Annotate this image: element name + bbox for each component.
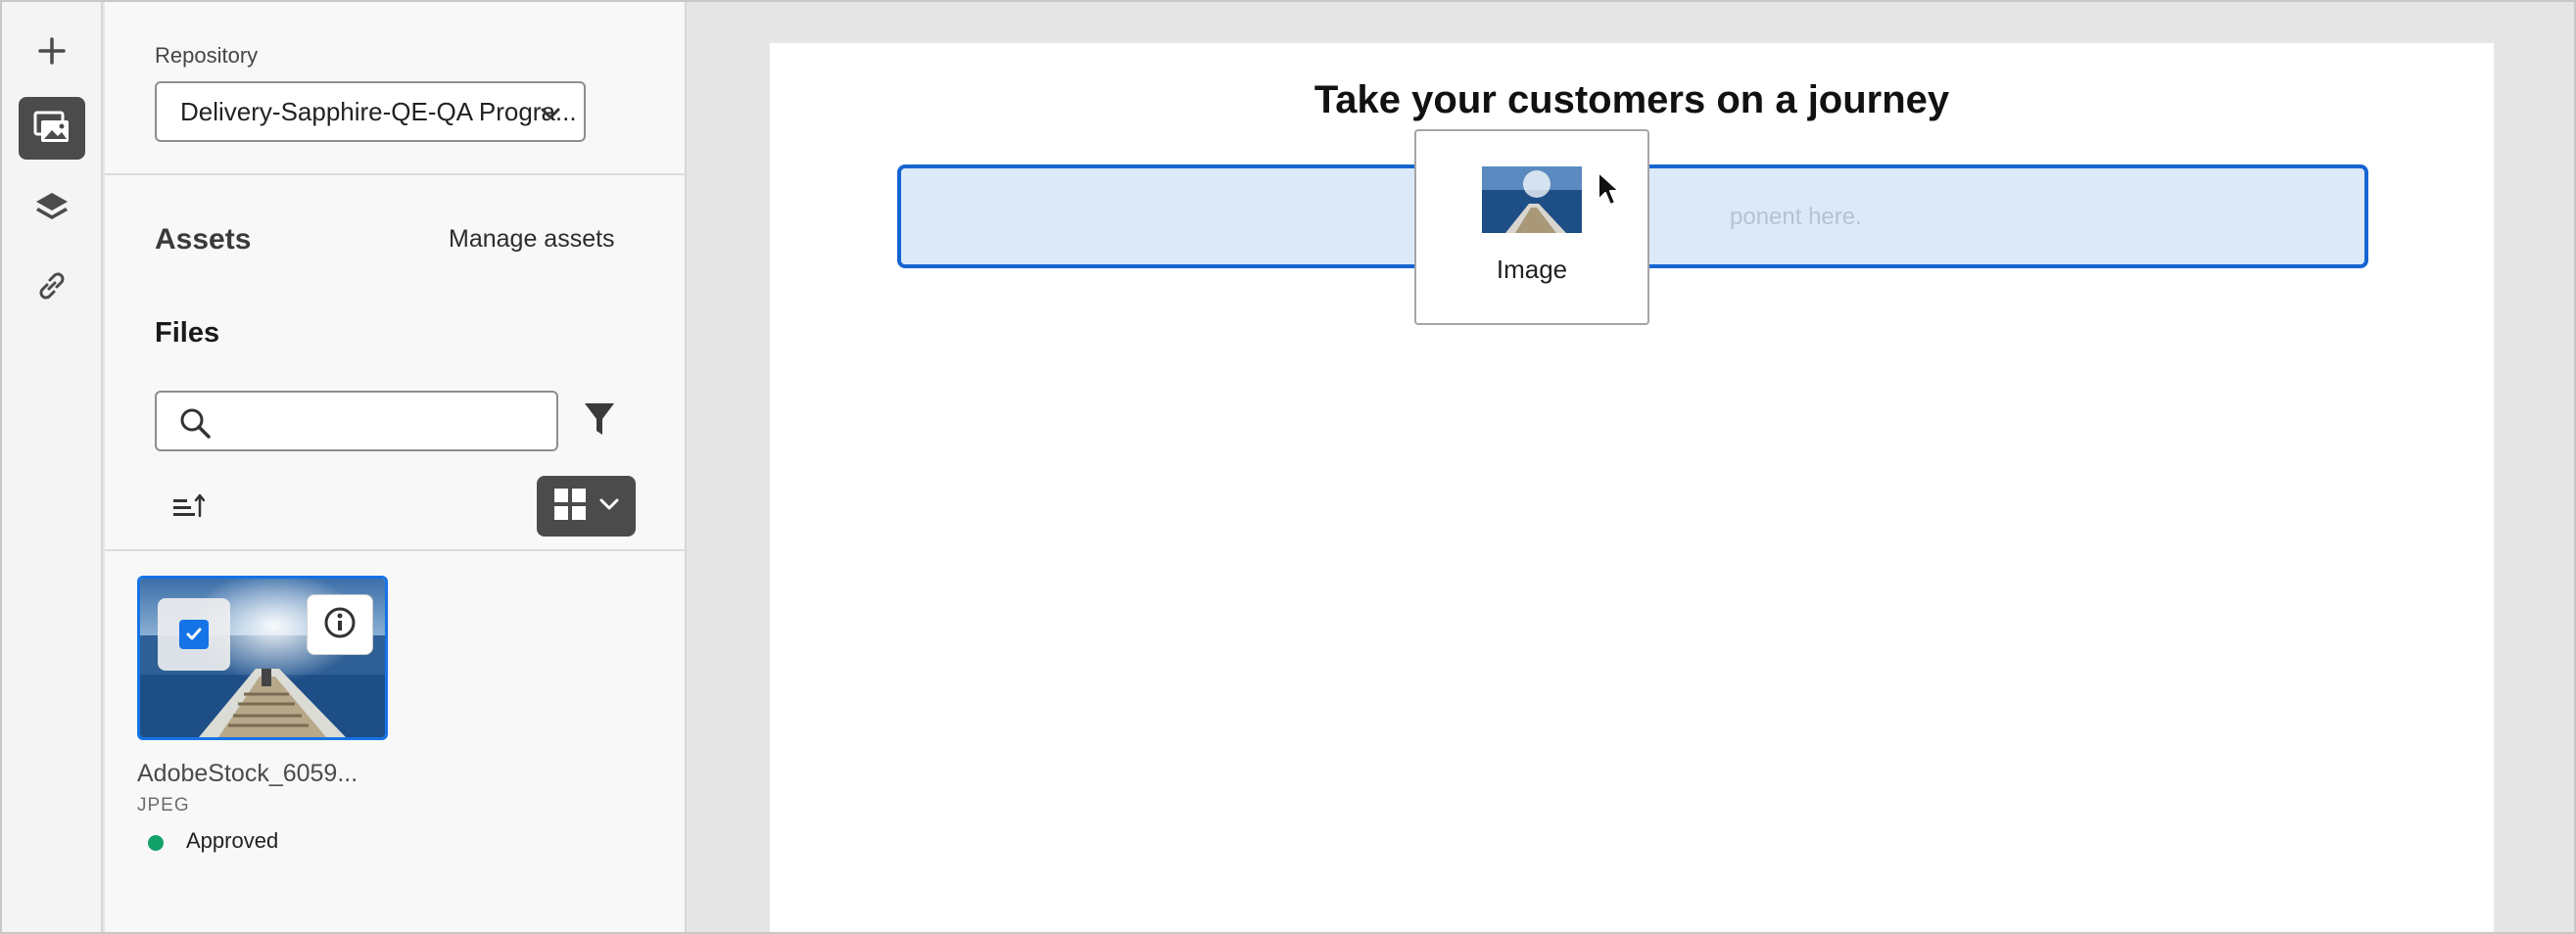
assets-button[interactable] bbox=[19, 97, 85, 160]
drag-preview: Image bbox=[1414, 129, 1649, 325]
mouse-cursor-icon bbox=[1597, 170, 1622, 214]
page-title: Take your customers on a journey bbox=[1313, 78, 1950, 121]
repository-value: Delivery-Sapphire-QE-QA Progra... bbox=[180, 96, 577, 126]
layers-button[interactable] bbox=[19, 176, 85, 239]
grid-view-icon bbox=[553, 488, 587, 526]
chevron-down-icon bbox=[598, 493, 620, 520]
sort-ascending-icon bbox=[171, 493, 206, 525]
links-button[interactable] bbox=[19, 255, 85, 317]
add-button[interactable] bbox=[19, 20, 85, 82]
assets-panel: Repository Delivery-Sapphire-QE-QA Progr… bbox=[105, 0, 687, 934]
status-dot bbox=[148, 835, 164, 851]
manage-assets-link[interactable]: Manage assets bbox=[449, 225, 615, 254]
assets-heading: Assets bbox=[155, 223, 252, 256]
asset-thumbnail[interactable] bbox=[137, 576, 388, 740]
asset-status: Approved bbox=[186, 828, 279, 853]
filter-icon bbox=[583, 403, 616, 443]
files-heading: Files bbox=[155, 317, 220, 349]
repository-picker[interactable]: Delivery-Sapphire-QE-QA Progra... bbox=[155, 81, 586, 142]
info-icon bbox=[323, 606, 357, 644]
repository-label: Repository bbox=[155, 43, 259, 68]
search-input[interactable] bbox=[155, 391, 558, 451]
layers-icon bbox=[34, 190, 70, 225]
asset-type: JPEG bbox=[137, 795, 190, 816]
asset-info-button[interactable] bbox=[307, 594, 373, 655]
panel-divider bbox=[105, 173, 687, 175]
sort-button[interactable] bbox=[171, 491, 206, 526]
plus-icon bbox=[37, 36, 67, 66]
assets-icon bbox=[33, 111, 71, 146]
link-icon bbox=[34, 268, 70, 304]
chevron-down-icon bbox=[539, 102, 562, 132]
toolbar-divider bbox=[105, 549, 687, 551]
drag-preview-image bbox=[1482, 166, 1582, 233]
asset-name: AdobeStock_6059... bbox=[137, 760, 358, 787]
search-icon bbox=[178, 406, 212, 444]
dropzone-placeholder: ponent here. bbox=[1730, 204, 1862, 230]
filter-button[interactable] bbox=[583, 399, 616, 444]
drag-preview-label: Image bbox=[1496, 255, 1568, 284]
left-rail bbox=[0, 0, 103, 934]
view-switcher-button[interactable] bbox=[537, 476, 636, 537]
checkmark-icon bbox=[179, 620, 209, 649]
asset-select-checkbox[interactable] bbox=[158, 598, 230, 671]
